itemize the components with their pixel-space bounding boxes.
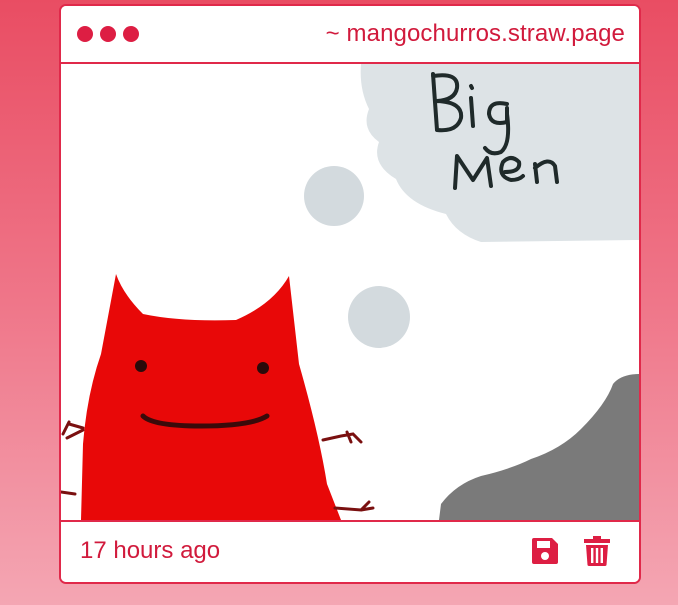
card-footer: 17 hours ago xyxy=(61,520,639,582)
drawing-svg xyxy=(61,64,639,520)
window-control-maximize[interactable] xyxy=(123,26,139,42)
drawing-image xyxy=(61,64,639,520)
window-control-minimize[interactable] xyxy=(100,26,116,42)
floppy-disk-icon xyxy=(532,538,558,564)
window-titlebar: ~ mangochurros.straw.page xyxy=(61,6,639,64)
save-button[interactable] xyxy=(529,535,561,567)
window-controls xyxy=(77,26,139,42)
window-control-close[interactable] xyxy=(77,26,93,42)
red-creature xyxy=(61,274,375,520)
post-card: ~ mangochurros.straw.page 17 hours ago xyxy=(59,4,641,584)
page-url[interactable]: ~ mangochurros.straw.page xyxy=(326,20,625,48)
card-actions xyxy=(529,535,613,567)
trash-icon xyxy=(584,536,610,566)
grey-shape xyxy=(439,374,639,520)
post-timestamp: 17 hours ago xyxy=(80,537,221,564)
delete-button[interactable] xyxy=(581,535,613,567)
